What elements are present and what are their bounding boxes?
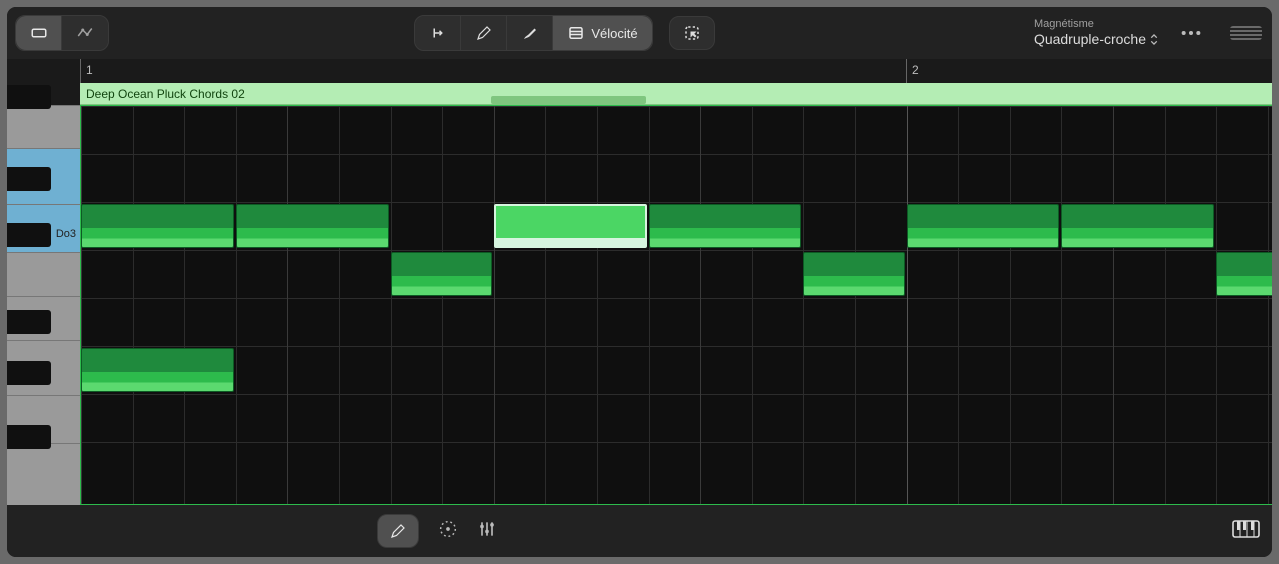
- midi-note[interactable]: [1216, 252, 1272, 296]
- quantize-icon: [437, 518, 459, 540]
- more-icon: [1180, 30, 1202, 36]
- midi-note[interactable]: [649, 204, 802, 248]
- snap-menu[interactable]: Magnétisme Quadruple-croche: [1034, 18, 1158, 48]
- tool-group: Vélocité: [414, 15, 652, 51]
- drag-handle[interactable]: [1230, 26, 1262, 40]
- automation-icon: [76, 24, 94, 42]
- time-ruler[interactable]: 12: [7, 59, 1272, 83]
- white-key[interactable]: [7, 252, 80, 296]
- updown-chevron-icon: [1150, 34, 1158, 45]
- region-header: Deep Ocean Pluck Chords 02: [7, 83, 1272, 105]
- white-key[interactable]: [7, 105, 80, 148]
- move-tool-button[interactable]: [415, 16, 461, 50]
- pencil-mode-button[interactable]: [377, 514, 419, 548]
- top-toolbar: Vélocité Magnétisme Quadruple-croche: [7, 7, 1272, 59]
- bar-number: 2: [912, 63, 919, 77]
- region-name-label: Deep Ocean Pluck Chords 02: [86, 87, 245, 101]
- black-key[interactable]: [7, 361, 51, 385]
- sliders-icon: [477, 519, 497, 539]
- pencil-icon: [475, 24, 493, 42]
- view-mode-group: [15, 15, 109, 51]
- midi-note[interactable]: [391, 252, 492, 296]
- midi-note[interactable]: [907, 204, 1060, 248]
- pencil-tool-button[interactable]: [461, 16, 507, 50]
- velocity-icon: [567, 24, 585, 42]
- midi-note[interactable]: [494, 204, 647, 248]
- editor-area: Do3: [7, 105, 1272, 505]
- ruler-track[interactable]: 12: [80, 59, 1272, 83]
- keyboard-icon: [1232, 520, 1260, 538]
- brush-tool-button[interactable]: [507, 16, 553, 50]
- marquee-icon: [683, 24, 701, 42]
- ruler-gutter: [7, 59, 80, 83]
- region-name-strip[interactable]: Deep Ocean Pluck Chords 02: [80, 83, 1272, 105]
- loop-range-indicator[interactable]: [491, 96, 646, 104]
- pencil-icon: [389, 522, 407, 540]
- black-key[interactable]: [7, 85, 51, 109]
- snap-value-text: Quadruple-croche: [1034, 31, 1146, 48]
- bar-number: 1: [86, 63, 93, 77]
- move-icon: [429, 24, 447, 42]
- quantize-button[interactable]: [437, 518, 459, 545]
- more-menu-button[interactable]: [1170, 30, 1212, 36]
- brush-icon: [521, 24, 539, 42]
- mixer-button[interactable]: [477, 519, 497, 544]
- snap-caption: Magnétisme: [1034, 18, 1094, 31]
- midi-note[interactable]: [81, 348, 234, 392]
- black-key[interactable]: [7, 167, 51, 191]
- velocity-subeditor-button[interactable]: Vélocité: [553, 16, 651, 50]
- piano-keyboard[interactable]: Do3: [7, 105, 80, 505]
- selection-tool-button[interactable]: [669, 16, 715, 50]
- midi-note[interactable]: [1061, 204, 1214, 248]
- bottom-toolbar: [7, 505, 1272, 557]
- piano-roll-editor: Vélocité Magnétisme Quadruple-croche: [7, 7, 1272, 557]
- midi-note[interactable]: [81, 204, 234, 248]
- white-key[interactable]: [7, 443, 80, 485]
- black-key[interactable]: [7, 425, 51, 449]
- note-grid[interactable]: [80, 105, 1272, 505]
- octave-label: Do3: [56, 228, 76, 240]
- midi-note[interactable]: [803, 252, 904, 296]
- piano-roll-view-button[interactable]: [16, 16, 62, 50]
- automation-view-button[interactable]: [62, 16, 108, 50]
- black-key[interactable]: [7, 223, 51, 247]
- velocity-label: Vélocité: [591, 26, 637, 41]
- black-key[interactable]: [7, 310, 51, 334]
- piano-roll-icon: [30, 24, 48, 42]
- midi-note[interactable]: [236, 204, 389, 248]
- keyboard-toggle-button[interactable]: [1232, 520, 1260, 543]
